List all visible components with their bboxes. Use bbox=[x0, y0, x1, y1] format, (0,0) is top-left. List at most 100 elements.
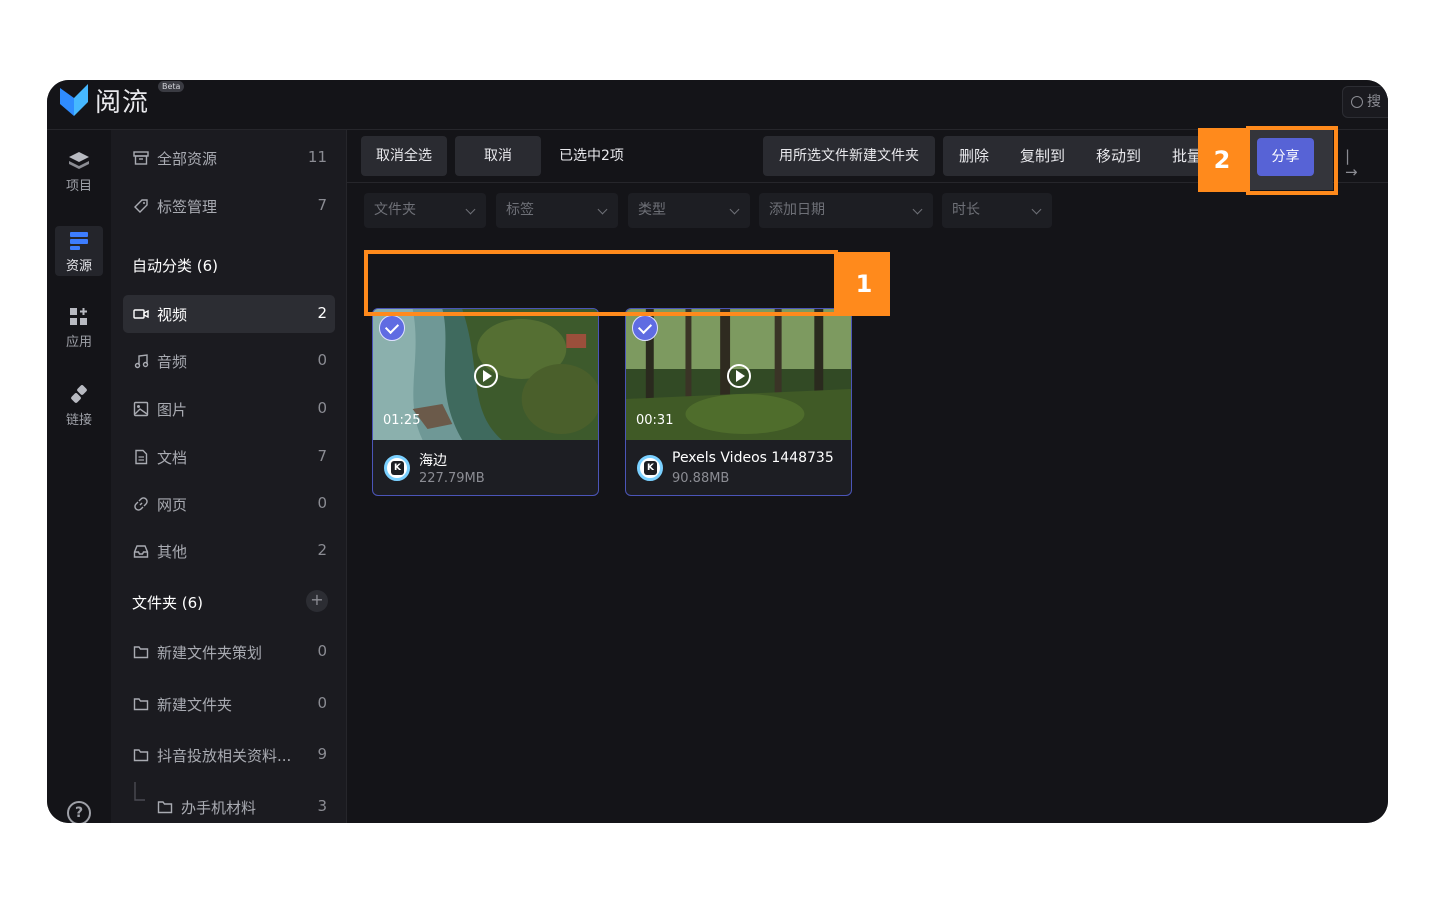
rail-item-resources[interactable]: 资源 bbox=[55, 226, 103, 276]
filter-label: 时长 bbox=[952, 202, 980, 218]
sidebar-item-label: 标签管理 bbox=[157, 198, 218, 216]
sidebar-folder-item[interactable]: 新建文件夹 0 bbox=[123, 685, 335, 723]
collapse-panel-icon[interactable]: |→ bbox=[1345, 148, 1361, 180]
selected-checkbox[interactable] bbox=[632, 315, 658, 341]
sidebar-item-webpage[interactable]: 网页 0 bbox=[123, 485, 335, 523]
archive-icon bbox=[133, 151, 149, 165]
tag-icon bbox=[134, 199, 148, 213]
sidebar-item-label: 新建文件夹 bbox=[157, 696, 233, 714]
folder-icon bbox=[133, 698, 149, 711]
chevron-down-icon bbox=[1031, 204, 1042, 215]
sidebar-item-label: 音频 bbox=[157, 353, 188, 371]
resources-icon bbox=[70, 232, 88, 250]
folder-filter-select[interactable]: 文件夹 bbox=[364, 193, 486, 228]
app-source-letter: K bbox=[644, 461, 657, 475]
top-bar: 阅流 Beta 搜 bbox=[47, 80, 1388, 130]
sidebar-item-audio[interactable]: 音频 0 bbox=[123, 342, 335, 380]
rail-label: 应用 bbox=[65, 335, 92, 350]
delete-button[interactable]: 删除 bbox=[959, 136, 989, 176]
folder-icon bbox=[133, 646, 149, 659]
sidebar-item-count: 2 bbox=[317, 541, 327, 559]
tree-connector-icon bbox=[134, 782, 145, 801]
nav-rail: 项目 资源 应用 链接 ? bbox=[47, 130, 111, 823]
main-content: 取消全选 取消 已选中2项 用所选文件新建文件夹 删除 复制到 移动到 批量 分… bbox=[347, 130, 1388, 823]
app-source-icon: K bbox=[384, 455, 410, 481]
apps-icon bbox=[70, 308, 87, 325]
music-icon bbox=[134, 354, 149, 369]
search-input[interactable]: 搜 bbox=[1342, 86, 1388, 118]
rail-label: 资源 bbox=[65, 259, 92, 274]
chevron-down-icon bbox=[465, 204, 476, 215]
sidebar-subfolder-item[interactable]: 办手机材料 3 bbox=[123, 782, 335, 823]
annotation-highlight-1 bbox=[364, 250, 838, 316]
sidebar-item-label: 抖音投放相关资料... bbox=[157, 747, 292, 765]
filter-label: 标签 bbox=[506, 202, 534, 218]
sidebar-folder-item[interactable]: 抖音投放相关资料... 9 bbox=[123, 736, 335, 774]
app-source-icon: K bbox=[637, 455, 663, 481]
search-placeholder: 搜 bbox=[1367, 94, 1381, 110]
media-card[interactable]: 01:25 K 海边 227.79MB bbox=[372, 308, 599, 496]
rail-item-projects[interactable]: 项目 bbox=[55, 146, 103, 196]
file-name: Pexels Videos 1448735 bbox=[672, 450, 834, 466]
selected-checkbox[interactable] bbox=[379, 315, 405, 341]
filter-label: 文件夹 bbox=[374, 202, 416, 218]
rail-item-apps[interactable]: 应用 bbox=[55, 302, 103, 352]
filter-label: 添加日期 bbox=[769, 202, 825, 218]
rail-label: 项目 bbox=[65, 179, 92, 194]
duration-filter-select[interactable]: 时长 bbox=[942, 193, 1052, 228]
sidebar-item-label: 文档 bbox=[157, 449, 188, 467]
sidebar-folder-item[interactable]: 新建文件夹策划 0 bbox=[123, 633, 335, 671]
move-to-button[interactable]: 移动到 bbox=[1096, 136, 1141, 176]
document-icon bbox=[135, 449, 148, 465]
cancel-button[interactable]: 取消 bbox=[455, 136, 541, 176]
sidebar: 全部资源 11 标签管理 7 自动分类 (6) 视频 2 音频 0 图片 0 文… bbox=[111, 130, 347, 823]
sidebar-item-count: 11 bbox=[307, 148, 327, 166]
folder-icon bbox=[157, 801, 173, 814]
file-name: 海边 bbox=[419, 453, 447, 469]
sidebar-item-count: 0 bbox=[317, 494, 327, 512]
sidebar-item-count: 7 bbox=[317, 447, 327, 465]
beta-badge: Beta bbox=[158, 81, 185, 92]
media-card[interactable]: 00:31 K Pexels Videos 1448735 90.88MB bbox=[625, 308, 852, 496]
play-icon[interactable] bbox=[474, 364, 498, 388]
sidebar-item-count: 0 bbox=[317, 399, 327, 417]
filter-label: 类型 bbox=[638, 202, 666, 218]
play-icon[interactable] bbox=[727, 364, 751, 388]
app-logo-icon bbox=[60, 84, 88, 116]
app-window: 阅流 Beta 搜 项目 资源 应用 链接 ? 全部资源 11 标签管理 7 自… bbox=[47, 80, 1388, 823]
tag-filter-select[interactable]: 标签 bbox=[496, 193, 618, 228]
date-filter-select[interactable]: 添加日期 bbox=[759, 193, 933, 228]
type-filter-select[interactable]: 类型 bbox=[628, 193, 750, 228]
deselect-all-button[interactable]: 取消全选 bbox=[361, 136, 447, 176]
chevron-down-icon bbox=[729, 204, 740, 215]
new-folder-from-selection-button[interactable]: 用所选文件新建文件夹 bbox=[763, 136, 935, 176]
layers-icon bbox=[69, 152, 89, 169]
sidebar-item-count: 0 bbox=[317, 642, 327, 660]
sidebar-item-image[interactable]: 图片 0 bbox=[123, 390, 335, 428]
auto-category-heading: 自动分类 (6) bbox=[132, 257, 219, 275]
sidebar-item-label: 视频 bbox=[157, 306, 188, 324]
sidebar-item-count: 0 bbox=[317, 694, 327, 712]
sidebar-item-video[interactable]: 视频 2 bbox=[123, 295, 335, 333]
selected-count-text: 已选中2项 bbox=[559, 148, 624, 164]
app-name: 阅流 bbox=[95, 88, 150, 118]
link-icon bbox=[71, 385, 87, 403]
image-icon bbox=[133, 401, 149, 417]
folder-heading: 文件夹 (6) bbox=[132, 594, 204, 612]
copy-to-button[interactable]: 复制到 bbox=[1020, 136, 1065, 176]
annotation-label-2: 2 bbox=[1198, 128, 1246, 192]
sidebar-item-label: 办手机材料 bbox=[181, 799, 257, 817]
add-folder-button[interactable]: + bbox=[306, 590, 328, 612]
help-icon[interactable]: ? bbox=[67, 801, 91, 823]
rail-item-links[interactable]: 链接 bbox=[55, 380, 103, 430]
sidebar-item-document[interactable]: 文档 7 bbox=[123, 438, 335, 476]
sidebar-item-label: 网页 bbox=[157, 496, 188, 514]
annotation-highlight-2 bbox=[1246, 126, 1338, 195]
sidebar-item-all-resources[interactable]: 全部资源 11 bbox=[123, 139, 335, 177]
sidebar-item-label: 全部资源 bbox=[157, 150, 218, 168]
rail-label: 链接 bbox=[65, 413, 92, 428]
sidebar-item-label: 其他 bbox=[157, 543, 188, 561]
sidebar-item-other[interactable]: 其他 2 bbox=[123, 532, 335, 570]
sidebar-item-tags[interactable]: 标签管理 7 bbox=[123, 187, 335, 225]
sidebar-item-label: 图片 bbox=[157, 401, 188, 419]
